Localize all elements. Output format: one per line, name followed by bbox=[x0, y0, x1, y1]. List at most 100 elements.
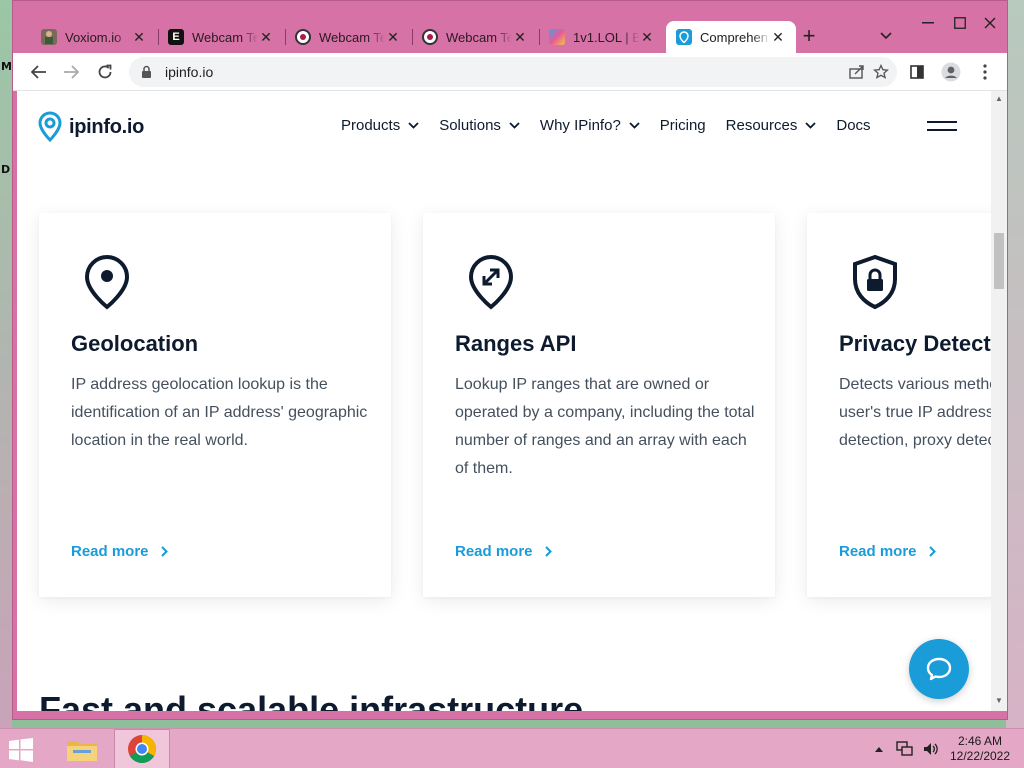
nav-products[interactable]: Products bbox=[341, 117, 419, 134]
nav-label: Solutions bbox=[439, 117, 501, 134]
close-tab-icon[interactable]: ✕ bbox=[131, 29, 147, 45]
profile-avatar-icon[interactable] bbox=[939, 60, 963, 84]
tab-title: Comprehen bbox=[700, 29, 768, 45]
forward-button[interactable] bbox=[59, 60, 83, 84]
ipinfo-pin-favicon-icon bbox=[676, 29, 692, 45]
logo-text: ipinfo.io bbox=[69, 115, 145, 138]
desktop-background-left: M D bbox=[0, 0, 12, 728]
close-tab-icon[interactable]: ✕ bbox=[385, 29, 401, 45]
chevron-down-icon bbox=[408, 122, 419, 129]
tab-title: 1v1.LOL | B bbox=[573, 29, 639, 45]
close-tab-icon[interactable]: ✕ bbox=[639, 29, 655, 45]
page-scrollbar[interactable]: ▲ ▼ bbox=[991, 91, 1007, 711]
address-bar[interactable]: ipinfo.io bbox=[129, 57, 897, 87]
chevron-down-icon bbox=[509, 122, 520, 129]
nav-docs[interactable]: Docs bbox=[836, 117, 870, 134]
read-more-label: Read more bbox=[455, 543, 533, 560]
tab-strip: Voxiom.io ✕ E Webcam Te ✕ Webcam Te ✕ We… bbox=[13, 1, 1007, 53]
read-more-link[interactable]: Read more bbox=[839, 543, 936, 560]
address-url: ipinfo.io bbox=[165, 64, 214, 80]
lock-icon[interactable] bbox=[141, 64, 155, 80]
chat-widget-button[interactable] bbox=[909, 639, 969, 699]
range-pin-icon bbox=[468, 254, 514, 310]
nav-label: Docs bbox=[836, 117, 871, 134]
side-panel-icon[interactable] bbox=[905, 60, 929, 84]
tab-webcam-3[interactable]: Webcam Te ✕ bbox=[412, 21, 538, 53]
game-art-favicon-icon bbox=[549, 29, 565, 45]
chat-bubble-icon bbox=[926, 657, 952, 681]
nav-label: Why IPinfo? bbox=[539, 117, 621, 134]
nav-why-ipinfo[interactable]: Why IPinfo? bbox=[540, 117, 640, 134]
chevron-right-icon bbox=[544, 546, 552, 557]
system-tray bbox=[874, 741, 940, 757]
scroll-up-arrow-icon[interactable]: ▲ bbox=[995, 95, 1003, 103]
taskbar-chrome[interactable] bbox=[114, 729, 170, 768]
webcam-favicon-icon bbox=[295, 29, 311, 45]
hamburger-menu-icon[interactable] bbox=[927, 121, 957, 135]
scroll-down-arrow-icon[interactable]: ▼ bbox=[995, 697, 1003, 705]
close-window-button[interactable] bbox=[975, 9, 1005, 37]
tab-search-chevron-icon[interactable] bbox=[875, 27, 897, 47]
close-tab-icon[interactable]: ✕ bbox=[258, 29, 274, 45]
taskbar: 2:46 AM 12/22/2022 bbox=[0, 728, 1024, 768]
nav-pricing[interactable]: Pricing bbox=[660, 117, 706, 134]
volume-icon[interactable] bbox=[922, 741, 940, 757]
close-tab-icon[interactable]: ✕ bbox=[770, 29, 786, 45]
chevron-down-icon bbox=[629, 122, 640, 129]
clock-date: 12/22/2022 bbox=[949, 749, 1011, 763]
chrome-icon bbox=[128, 735, 156, 763]
site-nav: Products Solutions Why IPinfo? Pricing R… bbox=[341, 117, 891, 134]
nav-solutions[interactable]: Solutions bbox=[439, 117, 520, 134]
back-button[interactable] bbox=[27, 60, 51, 84]
location-pin-icon bbox=[84, 254, 130, 310]
clock[interactable]: 2:46 AM 12/22/2022 bbox=[944, 734, 1016, 764]
new-tab-button[interactable]: + bbox=[797, 25, 821, 49]
ipinfo-pin-logo-icon bbox=[38, 111, 62, 143]
card-description: Detects various methods used to mask a u… bbox=[839, 376, 991, 449]
read-more-label: Read more bbox=[71, 543, 149, 560]
maximize-button[interactable] bbox=[945, 9, 975, 37]
scrollbar-thumb[interactable] bbox=[994, 233, 1004, 289]
show-hidden-icons-icon[interactable] bbox=[874, 745, 884, 753]
tab-ipinfo-active[interactable]: Comprehen ✕ bbox=[666, 21, 796, 53]
chevron-right-icon bbox=[928, 546, 936, 557]
folder-icon bbox=[67, 741, 97, 761]
nav-label: Pricing bbox=[659, 117, 706, 134]
read-more-link[interactable]: Read more bbox=[455, 543, 552, 560]
shield-lock-icon bbox=[853, 254, 897, 310]
letter-e-favicon-icon: E bbox=[168, 29, 184, 45]
card-title: Geolocation bbox=[71, 331, 199, 356]
product-card-privacy-detection: Privacy Detection Detects various method… bbox=[807, 213, 991, 597]
desktop-background-right bbox=[1006, 0, 1024, 728]
webcam-favicon-icon bbox=[422, 29, 438, 45]
tab-title: Webcam Te bbox=[446, 29, 512, 45]
tab-1v1lol[interactable]: 1v1.LOL | B ✕ bbox=[539, 21, 665, 53]
close-tab-icon[interactable]: ✕ bbox=[512, 29, 528, 45]
read-more-label: Read more bbox=[839, 543, 917, 560]
tab-title: Voxiom.io bbox=[65, 29, 122, 45]
minimize-button[interactable] bbox=[913, 9, 943, 37]
start-button[interactable] bbox=[8, 737, 34, 763]
tab-webcam-2[interactable]: Webcam Te ✕ bbox=[285, 21, 411, 53]
share-icon[interactable] bbox=[845, 60, 869, 84]
chevron-right-icon bbox=[160, 546, 168, 557]
bookmark-star-icon[interactable] bbox=[869, 60, 893, 84]
browser-window: Voxiom.io ✕ E Webcam Te ✕ Webcam Te ✕ We… bbox=[12, 0, 1008, 720]
reload-button[interactable] bbox=[93, 60, 117, 84]
kebab-menu-icon[interactable] bbox=[973, 60, 997, 84]
tab-voxiom[interactable]: Voxiom.io ✕ bbox=[31, 21, 157, 53]
taskbar-file-explorer[interactable] bbox=[54, 729, 110, 768]
network-icon[interactable] bbox=[896, 741, 914, 757]
product-card-ranges-api: Ranges API Lookup IP ranges that are own… bbox=[423, 213, 775, 597]
card-title: Privacy Detection bbox=[839, 331, 991, 356]
tab-title: Webcam Te bbox=[319, 29, 385, 45]
desktop-icon-label-fragment: D bbox=[1, 163, 11, 176]
avatar-favicon-icon bbox=[41, 29, 57, 45]
read-more-link[interactable]: Read more bbox=[71, 543, 168, 560]
windows-logo-icon bbox=[9, 738, 33, 762]
site-logo[interactable]: ipinfo.io bbox=[37, 111, 144, 143]
browser-toolbar: ipinfo.io bbox=[13, 53, 1007, 91]
nav-resources[interactable]: Resources bbox=[726, 117, 817, 134]
nav-label: Resources bbox=[725, 117, 798, 134]
tab-webcam-1[interactable]: E Webcam Te ✕ bbox=[158, 21, 284, 53]
